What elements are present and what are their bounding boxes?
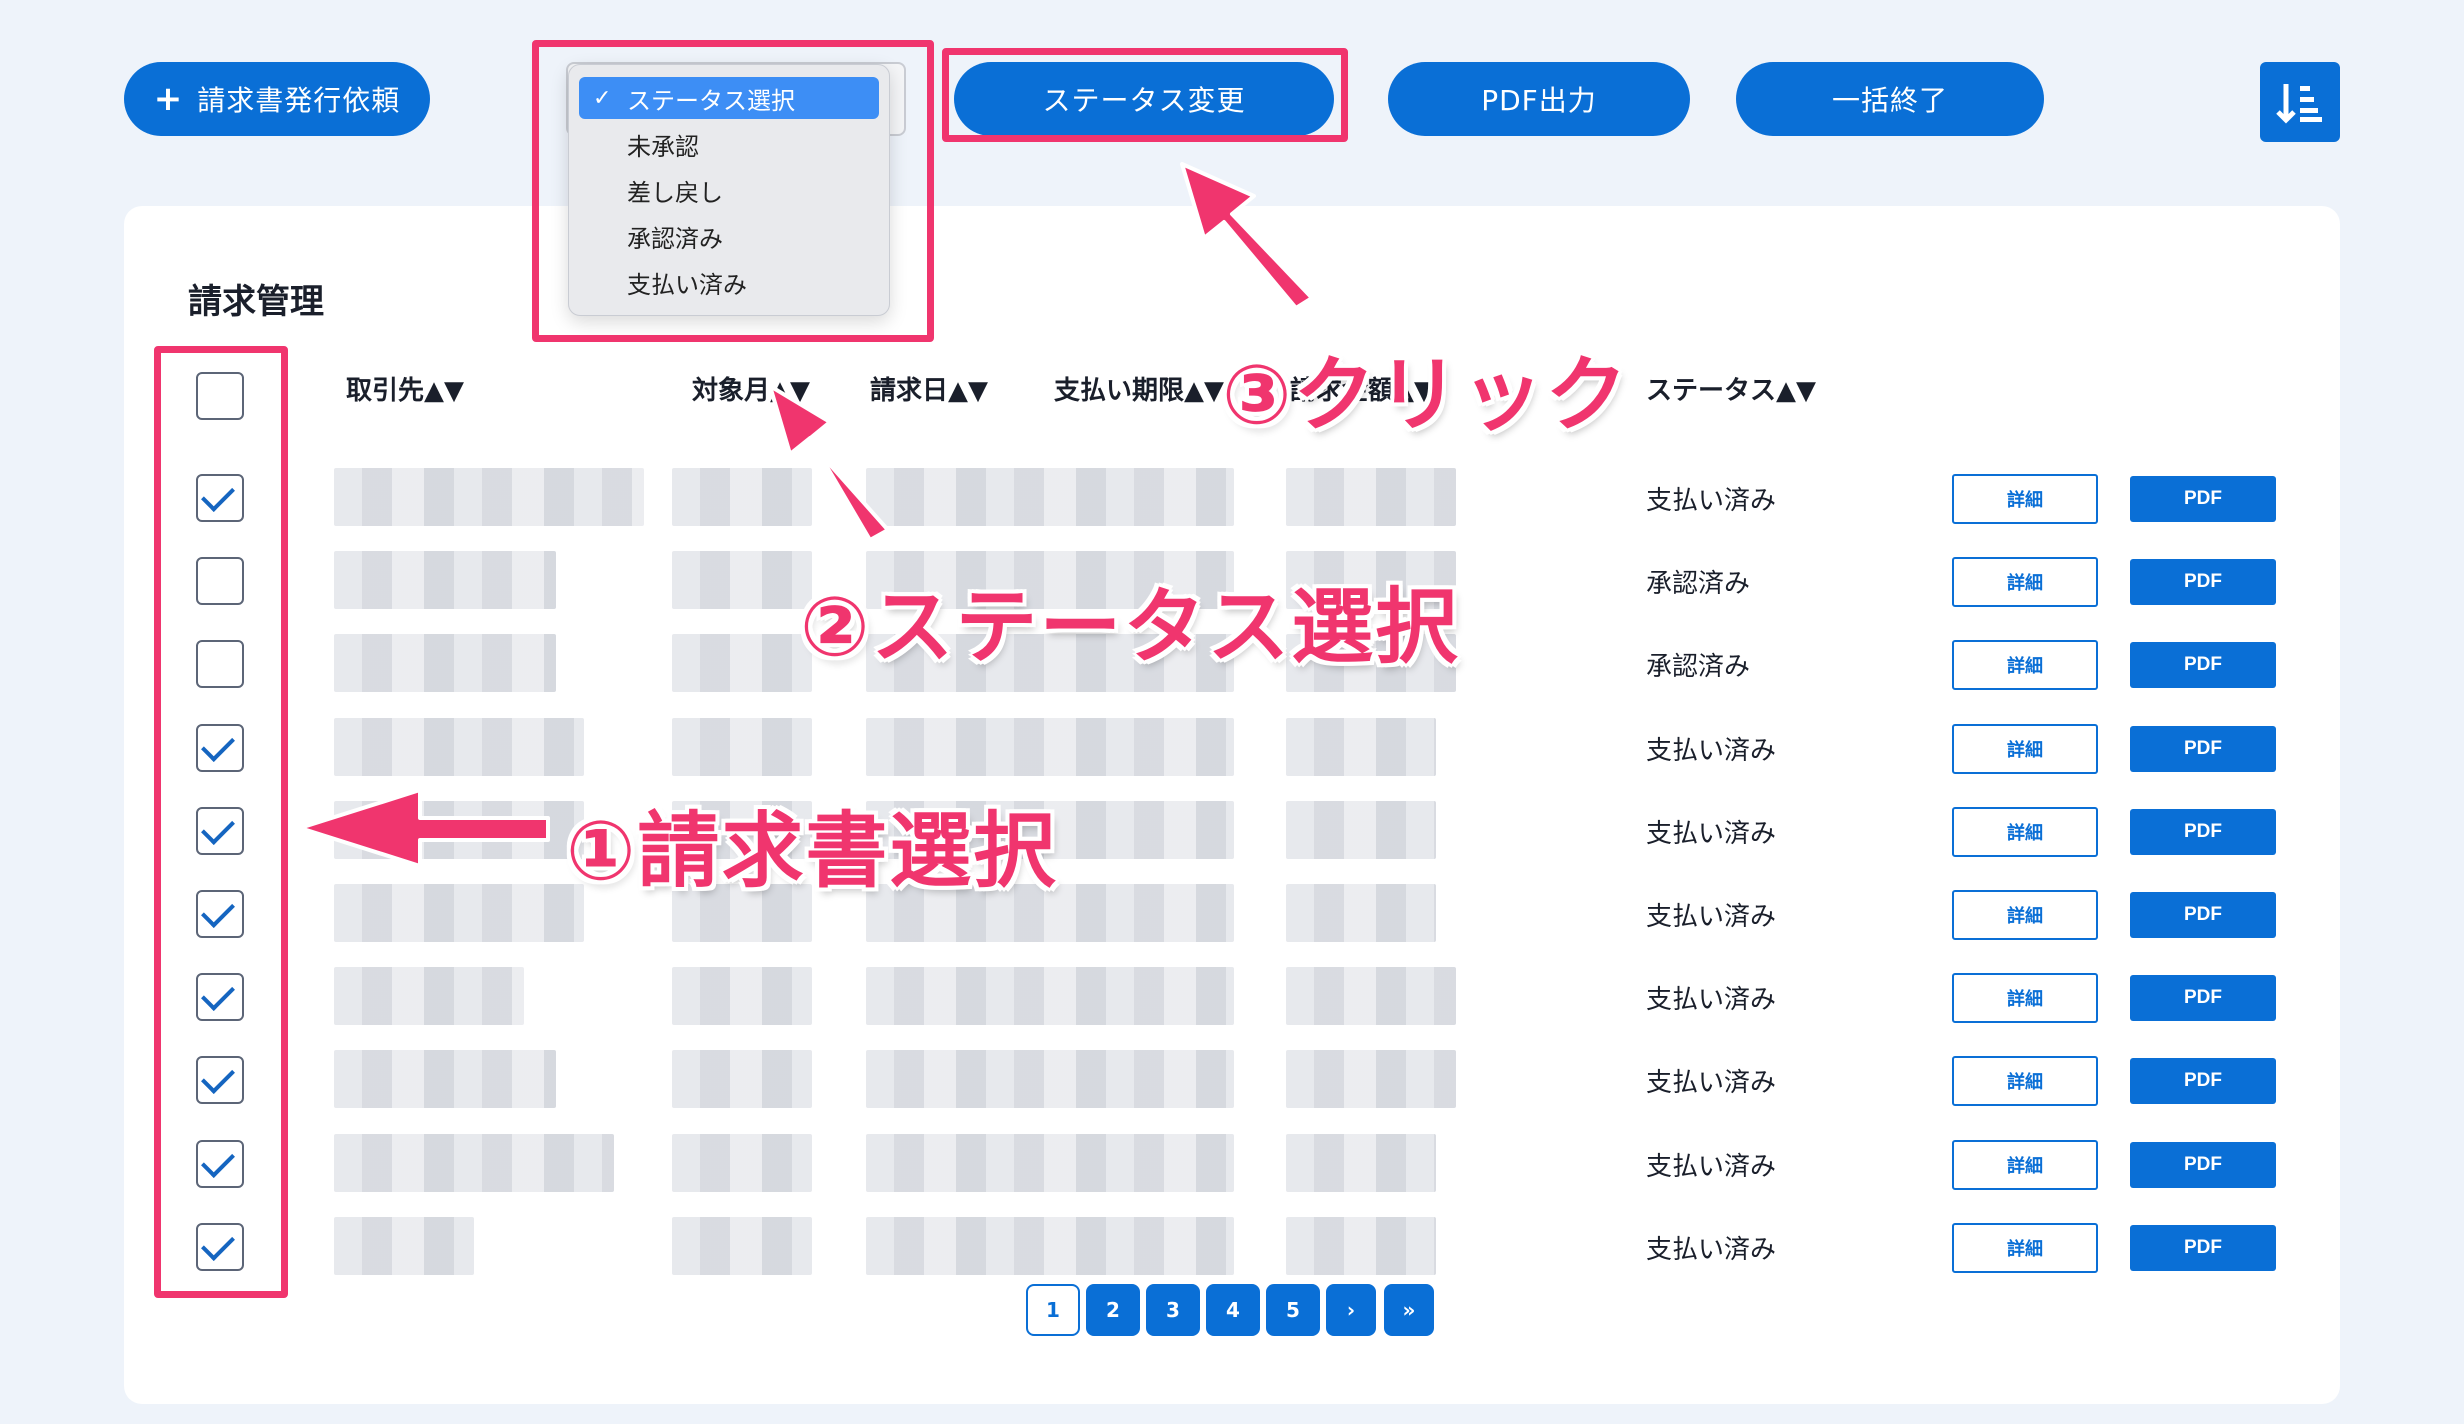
page-button-4[interactable]: 4 — [1206, 1284, 1260, 1336]
detail-button[interactable]: 詳細 — [1952, 557, 2098, 608]
detail-button[interactable]: 詳細 — [1952, 806, 2098, 857]
detail-button[interactable]: 詳細 — [1952, 973, 2098, 1024]
blurred-cell — [866, 717, 1234, 776]
blurred-cell — [672, 1216, 812, 1275]
status-text: 支払い済み — [1646, 1234, 1777, 1265]
blurred-cell — [1286, 800, 1436, 859]
status-text: 承認済み — [1646, 569, 1751, 600]
status-text: 承認済み — [1646, 652, 1751, 683]
annotation-step2: ②ステータス選択 — [800, 580, 1460, 675]
blurred-cell — [334, 1216, 474, 1275]
pdf-button[interactable]: PDF — [2130, 808, 2276, 855]
blurred-cell — [672, 1050, 812, 1109]
blurred-cell — [1286, 884, 1436, 942]
pdf-button[interactable]: PDF — [2130, 1224, 2276, 1271]
page-button-2[interactable]: 2 — [1086, 1284, 1140, 1336]
detail-button[interactable]: 詳細 — [1952, 890, 2098, 940]
blurred-cell — [866, 967, 1234, 1026]
request-invoice-label: 請求書発行依頼 — [197, 84, 401, 117]
blurred-cell — [334, 468, 644, 526]
status-text: 支払い済み — [1646, 985, 1777, 1016]
detail-button[interactable]: 詳細 — [1952, 723, 2098, 774]
annotation-step1: ①請求書選択 — [566, 804, 1058, 899]
pdf-output-button[interactable]: PDF出力 — [1388, 62, 1690, 136]
page-button-1[interactable]: 1 — [1026, 1284, 1080, 1336]
sort-button[interactable] — [2260, 62, 2340, 142]
blurred-cell — [672, 1133, 812, 1192]
col-header-target-month[interactable]: 対象月▲▼ — [692, 370, 810, 407]
page-button-3[interactable]: 3 — [1146, 1284, 1200, 1336]
highlight-dropdown — [532, 40, 934, 342]
pdf-button[interactable]: PDF — [2130, 1058, 2276, 1105]
request-invoice-button[interactable]: + 請求書発行依頼 — [124, 62, 430, 136]
blurred-cell — [1286, 1216, 1436, 1275]
detail-button[interactable]: 詳細 — [1952, 1139, 2098, 1190]
detail-button[interactable]: 詳細 — [1952, 1222, 2098, 1273]
highlight-status-change — [942, 48, 1348, 142]
blurred-cell — [334, 634, 556, 693]
pdf-button[interactable]: PDF — [2130, 1141, 2276, 1188]
pdf-button[interactable]: PDF — [2130, 559, 2276, 606]
status-text: 支払い済み — [1646, 1068, 1777, 1099]
status-text: 支払い済み — [1646, 486, 1777, 516]
col-header-status[interactable]: ステータス▲▼ — [1646, 370, 1816, 407]
blurred-cell — [334, 967, 524, 1026]
blurred-cell — [334, 551, 556, 610]
page-button-5[interactable]: 5 — [1266, 1284, 1320, 1336]
col-header-due-date[interactable]: 支払い期限▲▼ — [1054, 370, 1224, 407]
blurred-cell — [334, 884, 584, 942]
blurred-cell — [672, 967, 812, 1026]
blurred-cell — [1286, 717, 1436, 776]
blurred-cell — [672, 717, 812, 776]
blurred-cell — [334, 717, 584, 776]
blurred-cell — [334, 1133, 614, 1192]
pdf-button[interactable]: PDF — [2130, 725, 2276, 772]
status-text: 支払い済み — [1646, 902, 1777, 932]
col-header-client[interactable]: 取引先▲▼ — [346, 370, 464, 407]
blurred-cell — [866, 1133, 1234, 1192]
pdf-button[interactable]: PDF — [2130, 892, 2276, 938]
status-text: 支払い済み — [1646, 818, 1777, 849]
highlight-checkboxes — [154, 346, 288, 1298]
blurred-cell — [866, 468, 1234, 526]
col-header-invoice-date[interactable]: 請求日▲▼ — [870, 370, 988, 407]
blurred-cell — [1286, 1050, 1456, 1109]
blurred-cell — [334, 800, 584, 859]
pdf-button[interactable]: PDF — [2130, 975, 2276, 1022]
detail-button[interactable]: 詳細 — [1952, 474, 2098, 524]
page-title: 請求管理 — [188, 282, 324, 322]
sort-icon — [2276, 84, 2322, 124]
blurred-cell — [1286, 468, 1456, 526]
blurred-cell — [866, 1216, 1234, 1275]
plus-icon: + — [153, 79, 184, 119]
detail-button[interactable]: 詳細 — [1952, 640, 2098, 691]
blurred-cell — [334, 1050, 556, 1109]
status-text: 支払い済み — [1646, 1151, 1777, 1182]
blurred-cell — [1286, 967, 1456, 1026]
last-page-button[interactable]: » — [1384, 1284, 1434, 1336]
next-page-button[interactable]: › — [1326, 1284, 1376, 1336]
blurred-cell — [866, 1050, 1234, 1109]
blurred-cell — [672, 634, 812, 693]
blurred-cell — [672, 551, 812, 610]
blurred-cell — [1286, 1133, 1436, 1192]
detail-button[interactable]: 詳細 — [1952, 1056, 2098, 1107]
status-text: 支払い済み — [1646, 735, 1777, 766]
pdf-button[interactable]: PDF — [2130, 476, 2276, 522]
bulk-finish-button[interactable]: 一括終了 — [1736, 62, 2044, 136]
annotation-step3: ③クリック — [1222, 348, 1630, 443]
blurred-cell — [672, 468, 812, 526]
pdf-button[interactable]: PDF — [2130, 642, 2276, 689]
